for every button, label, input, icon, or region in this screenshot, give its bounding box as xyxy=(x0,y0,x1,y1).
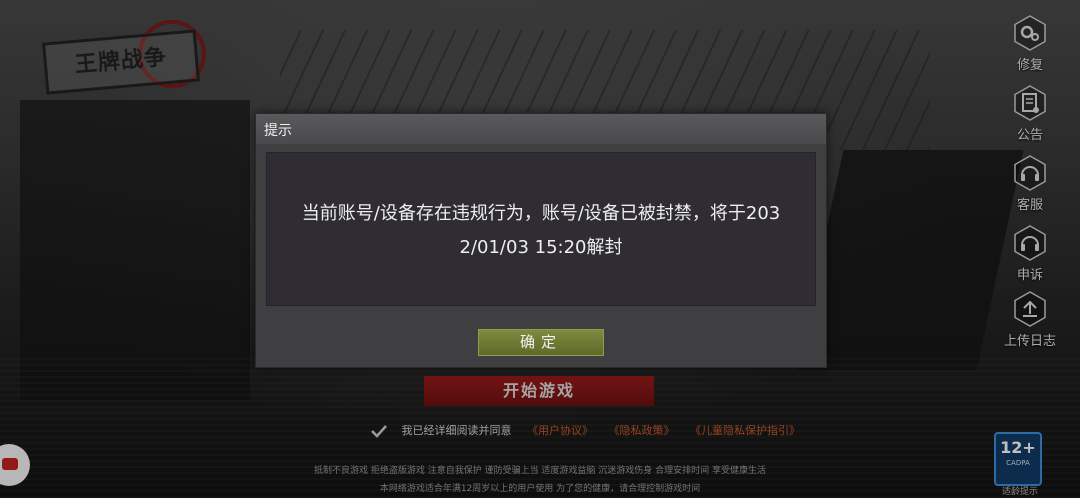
dialog-body: 当前账号/设备存在违规行为，账号/设备已被封禁，将于203 2/01/03 15… xyxy=(266,152,816,306)
login-screen: 王牌战争 修复 公告 客服 申诉 上传日志 开始游戏 我已经详细阅读并同意 《用… xyxy=(0,0,1080,498)
dialog-title: 提示 xyxy=(264,123,292,139)
confirm-button[interactable]: 确定 xyxy=(478,329,604,356)
dialog-title-bar: 提示 xyxy=(256,114,826,144)
dialog-message-line: 当前账号/设备存在违规行为，账号/设备已被封禁，将于203 xyxy=(301,203,781,224)
ban-notice-dialog: 提示 当前账号/设备存在违规行为，账号/设备已被封禁，将于203 2/01/03… xyxy=(255,113,827,368)
dialog-message-line: 2/01/03 15:20解封 xyxy=(459,237,623,258)
dialog-message: 当前账号/设备存在违规行为，账号/设备已被封禁，将于203 2/01/03 15… xyxy=(267,197,815,265)
